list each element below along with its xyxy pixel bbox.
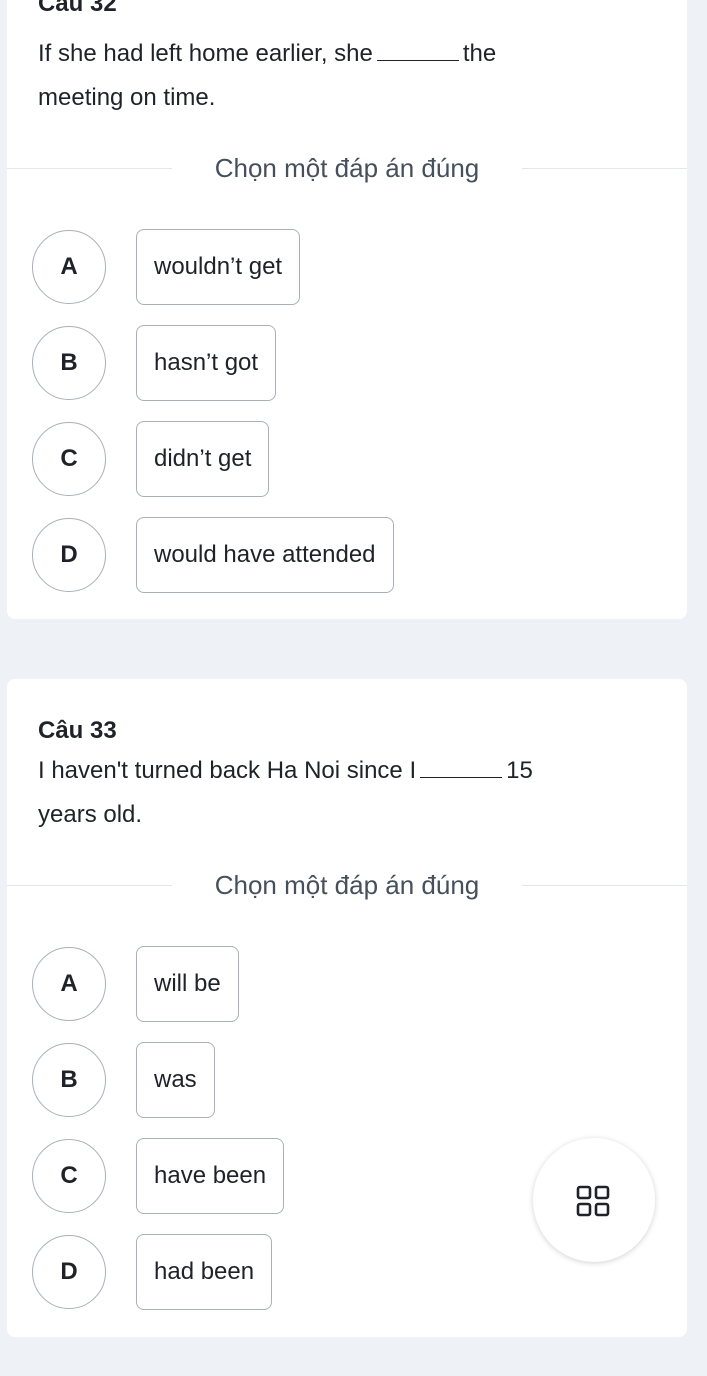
question-title: Câu 33 (38, 717, 117, 744)
option-b-button[interactable]: was (136, 1042, 215, 1118)
answer-blank (420, 759, 503, 778)
option-c-letter[interactable]: C (32, 422, 106, 496)
answer-divider: Chọn một đáp án đúng (7, 153, 687, 183)
option-c-button[interactable]: didn’t get (136, 421, 270, 497)
option-d-button[interactable]: had been (136, 1234, 273, 1310)
answer-divider: Chọn một đáp án đúng (7, 870, 687, 900)
question-grid-button[interactable] (533, 1138, 655, 1262)
grid-icon (576, 1185, 610, 1217)
answer-blank (376, 42, 459, 61)
option-c-letter[interactable]: C (32, 1139, 106, 1213)
option-d-letter[interactable]: D (32, 1235, 106, 1309)
option-b-letter[interactable]: B (32, 326, 106, 400)
option-a-letter[interactable]: A (32, 947, 106, 1021)
option-d-letter[interactable]: D (32, 518, 106, 592)
question-card-32: Câu 32 If she had left home earlier, she… (7, 0, 687, 619)
option-a-button[interactable]: wouldn’t get (136, 229, 301, 305)
option-a-button[interactable]: will be (136, 946, 239, 1022)
question-title: Câu 32 (38, 0, 117, 17)
question-text: I haven't turned back Ha Noi since I 15 y… (38, 757, 533, 828)
option-d-button[interactable]: would have attended (136, 517, 394, 593)
divider-label: Chọn một đáp án đúng (214, 870, 480, 900)
divider-label: Chọn một đáp án đúng (214, 153, 480, 183)
option-b-letter[interactable]: B (32, 1043, 106, 1117)
option-c-button[interactable]: have been (136, 1138, 285, 1214)
question-text: If she had left home earlier, she the mee… (38, 40, 497, 111)
option-b-button[interactable]: hasn’t got (136, 325, 277, 401)
option-a-letter[interactable]: A (32, 230, 106, 304)
